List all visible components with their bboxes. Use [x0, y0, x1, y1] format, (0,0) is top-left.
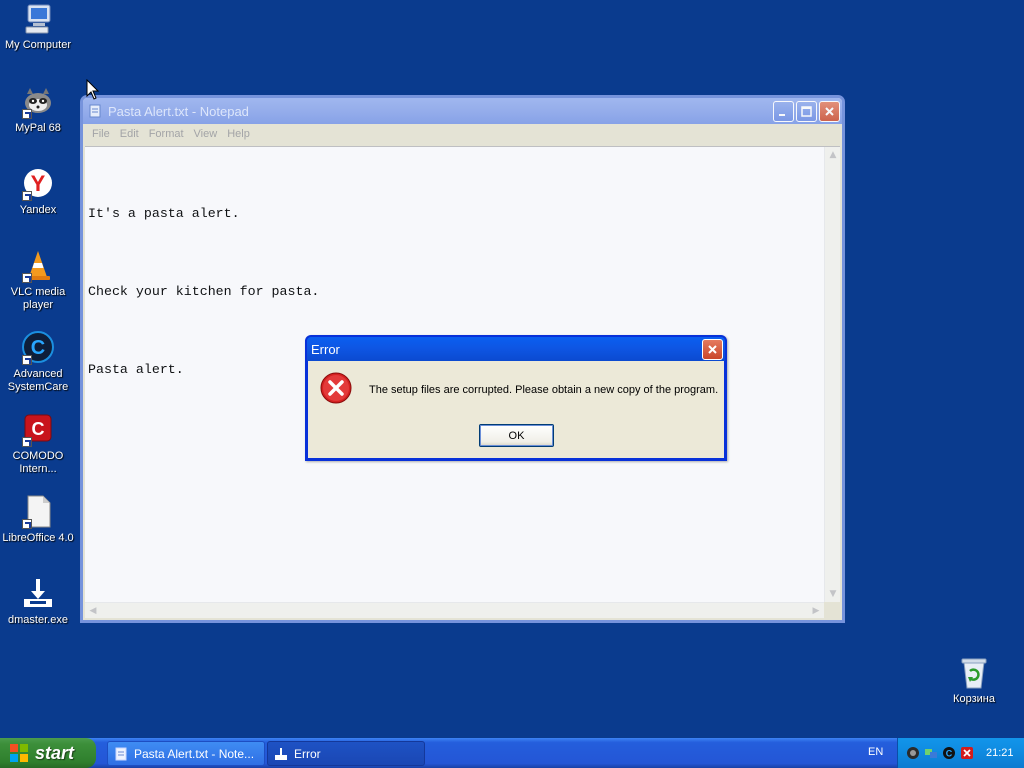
dialog-body: The setup files are corrupted. Please ob…: [308, 361, 724, 457]
desktop-icon-mypal[interactable]: MyPal 68: [0, 85, 76, 135]
desktop-icon-advanced-systemcare[interactable]: C Advanced SystemCare: [0, 331, 76, 394]
raccoon-icon: [21, 85, 55, 119]
shortcut-arrow-icon: [22, 437, 32, 447]
text-line: Check your kitchen for pasta.: [88, 284, 320, 299]
resize-grip[interactable]: [824, 602, 840, 618]
error-dialog: Error The setup files are corrupted. Ple…: [305, 335, 727, 461]
svg-text:C: C: [946, 749, 953, 759]
start-button[interactable]: start: [0, 738, 96, 768]
scroll-up-icon[interactable]: ▲: [825, 147, 841, 163]
dialog-title: Error: [311, 341, 340, 357]
vertical-scrollbar[interactable]: ▲ ▼: [824, 147, 840, 602]
computer-icon: [21, 2, 55, 36]
desktop-icon-label: Корзина: [953, 693, 995, 705]
taskbar-item-notepad[interactable]: Pasta Alert.txt - Note...: [107, 741, 265, 766]
desktop-icon-label: VLC media player: [10, 286, 66, 311]
menu-view[interactable]: View: [189, 128, 223, 140]
maximize-icon: [801, 105, 812, 117]
systemcare-tray-icon[interactable]: C: [942, 746, 956, 760]
speaker-icon[interactable]: [906, 746, 920, 760]
text-line: It's a pasta alert.: [88, 206, 240, 221]
close-button[interactable]: [819, 100, 840, 122]
desktop-icon-libreoffice[interactable]: LibreOffice 4.0: [0, 495, 76, 545]
system-tray: C 21:21: [897, 738, 1024, 768]
close-icon: [825, 106, 834, 116]
network-icon[interactable]: [924, 746, 938, 760]
close-icon: [708, 344, 717, 354]
start-label: start: [35, 742, 75, 763]
setup-icon: [275, 747, 287, 760]
windows-logo-icon: [10, 744, 28, 762]
menu-bar: File Edit Format View Help: [83, 124, 842, 144]
desktop-icon-label: My Computer: [4, 39, 72, 51]
notepad-title-bar[interactable]: Pasta Alert.txt - Notepad: [83, 98, 842, 124]
shortcut-arrow-icon: [22, 519, 32, 529]
clock[interactable]: 21:21: [986, 747, 1014, 759]
mouse-pointer-icon: [86, 79, 100, 100]
desktop-icon-vlc[interactable]: VLC media player: [0, 249, 76, 312]
desktop-icon-label: Advanced SystemCare: [7, 368, 69, 393]
desktop-icon-label: LibreOffice 4.0: [2, 532, 74, 544]
dialog-title-bar[interactable]: Error: [307, 337, 725, 361]
desktop-icon-label: Yandex: [19, 204, 57, 216]
desktop-icon-label: COMODO Intern...: [12, 450, 64, 475]
desktop-icon-comodo[interactable]: C COMODO Intern...: [0, 413, 76, 476]
language-indicator[interactable]: EN: [868, 746, 883, 758]
shortcut-arrow-icon: [22, 191, 32, 201]
desktop-icon-label: dmaster.exe: [8, 614, 68, 626]
menu-file[interactable]: File: [87, 128, 115, 140]
download-icon: [21, 577, 55, 611]
window-title: Pasta Alert.txt - Notepad: [108, 103, 249, 119]
menu-format[interactable]: Format: [144, 128, 189, 140]
systemcare-icon: C: [21, 331, 55, 365]
comodo-tray-icon[interactable]: [960, 746, 974, 760]
desktop-icon-my-computer[interactable]: My Computer: [0, 2, 76, 52]
shortcut-arrow-icon: [22, 355, 32, 365]
desktop-icon-recycle-bin[interactable]: Корзина: [936, 656, 1012, 706]
menu-help[interactable]: Help: [222, 128, 255, 140]
scroll-down-icon[interactable]: ▼: [825, 586, 841, 602]
desktop-icon-label: MyPal 68: [15, 122, 61, 134]
menu-edit[interactable]: Edit: [115, 128, 144, 140]
vlc-cone-icon: [21, 249, 55, 283]
yandex-icon: Y: [21, 167, 55, 201]
minimize-button[interactable]: [773, 100, 794, 122]
taskbar: start Pasta Alert.txt - Note... Error EN…: [0, 738, 1024, 768]
taskbar-item-label: Pasta Alert.txt - Note...: [134, 746, 255, 761]
comodo-icon: C: [21, 413, 55, 447]
scroll-right-icon[interactable]: ▶: [808, 603, 824, 619]
notepad-icon: [89, 104, 101, 118]
desktop-icon-dmaster[interactable]: dmaster.exe: [0, 577, 76, 627]
taskbar-item-error[interactable]: Error: [267, 741, 425, 766]
taskbar-item-label: Error: [294, 746, 321, 761]
ok-button[interactable]: OK: [479, 424, 554, 447]
error-icon: [320, 372, 352, 404]
shortcut-arrow-icon: [22, 273, 32, 283]
horizontal-scrollbar[interactable]: ◀ ▶: [85, 602, 824, 618]
svg-text:Y: Y: [31, 171, 46, 196]
recycle-bin-icon: [957, 656, 991, 690]
notepad-icon: [115, 747, 127, 760]
shortcut-arrow-icon: [22, 109, 32, 119]
desktop-icon-yandex[interactable]: Y Yandex: [0, 167, 76, 217]
svg-text:C: C: [32, 419, 45, 439]
document-icon: [21, 495, 55, 529]
svg-text:C: C: [31, 337, 45, 359]
minimize-icon: [779, 113, 785, 116]
dialog-close-button[interactable]: [702, 338, 723, 360]
maximize-button[interactable]: [796, 100, 817, 122]
scroll-left-icon[interactable]: ◀: [85, 603, 101, 619]
error-message: The setup files are corrupted. Please ob…: [369, 384, 719, 396]
